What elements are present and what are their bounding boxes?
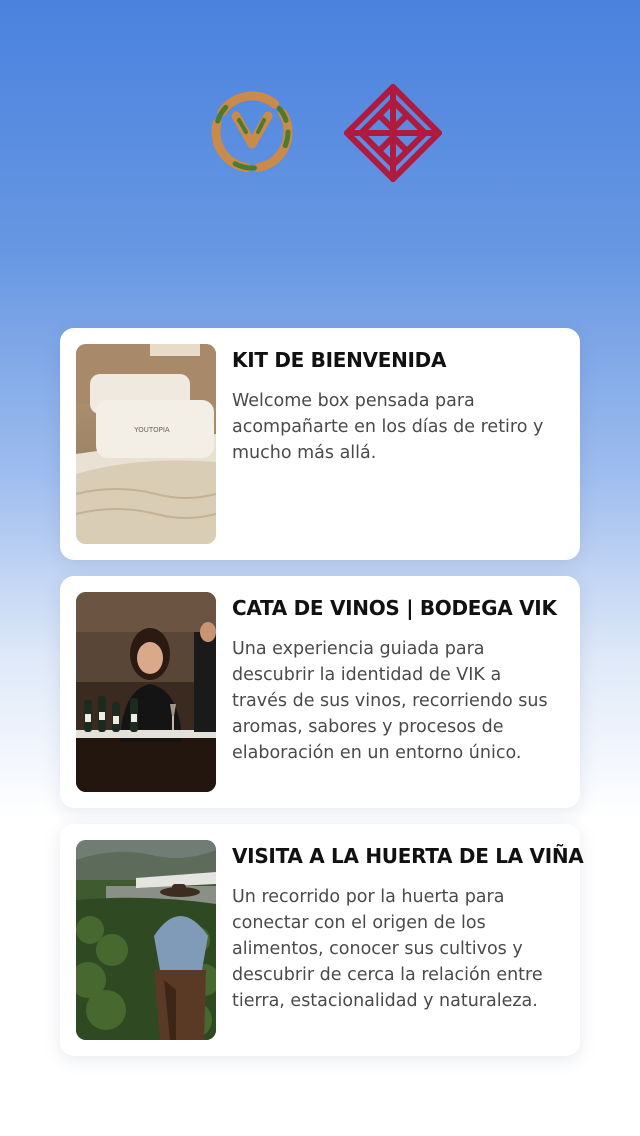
garden-visit-image — [76, 840, 216, 1040]
experience-card-garden-visit[interactable]: VISITA A LA HUERTA DE LA VIÑA Un recorri… — [60, 824, 584, 1056]
bodega-vik-logo — [342, 82, 444, 184]
welcome-kit-image: YOUTOPIA — [76, 344, 216, 544]
card-title: VISITA A LA HUERTA DE LA VIÑA — [232, 844, 584, 868]
card-title: CATA DE VINOS | BODEGA VIK — [232, 596, 557, 620]
card-description: Un recorrido por la huerta para conectar… — [232, 887, 543, 1011]
pillow-brand-text: YOUTOPIA — [133, 426, 170, 434]
vineyard-ring-logo — [206, 86, 298, 178]
header-logos — [0, 82, 640, 184]
experience-card-welcome-kit[interactable]: YOUTOPIA KIT DE BIENVENIDA Welcome box p… — [60, 328, 580, 560]
card-title: KIT DE BIENVENIDA — [232, 348, 447, 372]
experience-card-wine-tasting[interactable]: CATA DE VINOS | BODEGA VIK Una experienc… — [60, 576, 580, 808]
card-description: Una experiencia guiada para descubrir la… — [232, 639, 548, 763]
wine-tasting-image — [76, 592, 216, 792]
card-description: Welcome box pensada para acompañarte en … — [232, 391, 544, 463]
